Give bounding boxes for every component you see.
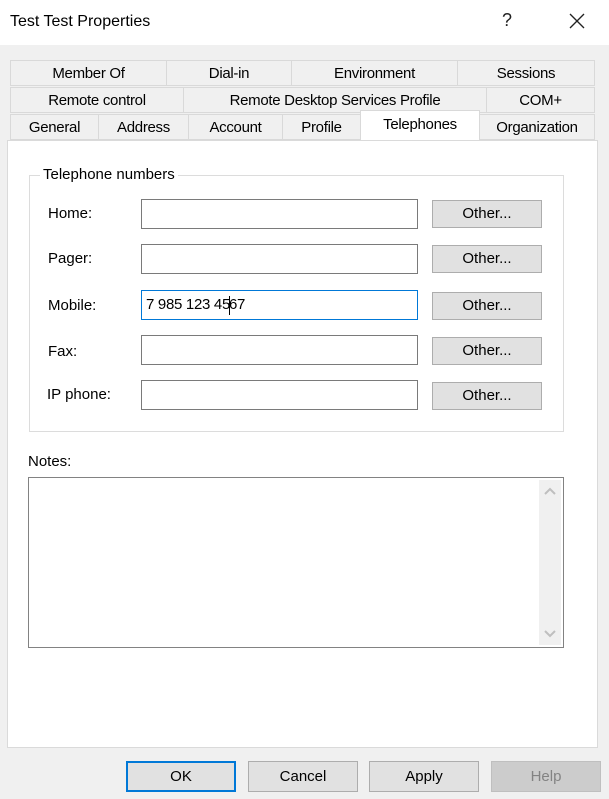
notes-label: Notes: bbox=[28, 453, 72, 470]
ok-button[interactable]: OK bbox=[126, 761, 236, 792]
title-bar: Test Test Properties ? bbox=[0, 0, 609, 45]
window-title: Test Test Properties bbox=[10, 13, 151, 30]
tab-member-of[interactable]: Member Of bbox=[10, 60, 167, 86]
home-phone-input[interactable] bbox=[141, 199, 418, 229]
tab-remote-control[interactable]: Remote control bbox=[10, 87, 184, 113]
tab-profile[interactable]: Profile bbox=[282, 114, 361, 140]
help-button: Help bbox=[491, 761, 601, 792]
ip-phone-other-button[interactable]: Other... bbox=[432, 382, 542, 410]
mobile-input[interactable]: 7 985 123 4567 bbox=[141, 290, 418, 320]
close-icon bbox=[569, 13, 585, 29]
mobile-other-button[interactable]: Other... bbox=[432, 292, 542, 320]
home-label: Home: bbox=[48, 205, 93, 222]
mobile-label: Mobile: bbox=[48, 297, 97, 314]
ip-phone-label: IP phone: bbox=[47, 386, 111, 403]
tab-organization[interactable]: Organization bbox=[479, 114, 595, 140]
pager-label: Pager: bbox=[48, 250, 93, 267]
tab-dial-in[interactable]: Dial-in bbox=[166, 60, 292, 86]
mobile-value-before-caret: 7 985 123 45 bbox=[146, 296, 230, 313]
tab-address[interactable]: Address bbox=[98, 114, 189, 140]
mobile-value-after-caret: 67 bbox=[228, 296, 246, 313]
pager-other-button[interactable]: Other... bbox=[432, 245, 542, 273]
tab-account[interactable]: Account bbox=[188, 114, 283, 140]
ip-phone-input[interactable] bbox=[141, 380, 418, 410]
tab-general[interactable]: General bbox=[10, 114, 99, 140]
fax-input[interactable] bbox=[141, 335, 418, 365]
notes-scrollbar[interactable] bbox=[539, 480, 561, 645]
fax-label: Fax: bbox=[48, 343, 78, 360]
help-question-button[interactable]: ? bbox=[500, 10, 514, 31]
tab-environment[interactable]: Environment bbox=[291, 60, 458, 86]
pager-input[interactable] bbox=[141, 244, 418, 274]
tab-com-plus[interactable]: COM+ bbox=[486, 87, 595, 113]
fax-other-button[interactable]: Other... bbox=[432, 337, 542, 365]
tab-sessions[interactable]: Sessions bbox=[457, 60, 595, 86]
close-button[interactable] bbox=[566, 10, 588, 32]
tab-telephones[interactable]: Telephones bbox=[360, 110, 480, 140]
scroll-down-arrow-icon[interactable] bbox=[544, 629, 556, 639]
scroll-up-arrow-icon[interactable] bbox=[544, 486, 556, 496]
notes-textarea[interactable] bbox=[28, 477, 564, 648]
home-other-button[interactable]: Other... bbox=[432, 200, 542, 228]
cancel-button[interactable]: Cancel bbox=[248, 761, 358, 792]
apply-button[interactable]: Apply bbox=[369, 761, 479, 792]
telephone-numbers-group-title: Telephone numbers bbox=[40, 166, 178, 183]
